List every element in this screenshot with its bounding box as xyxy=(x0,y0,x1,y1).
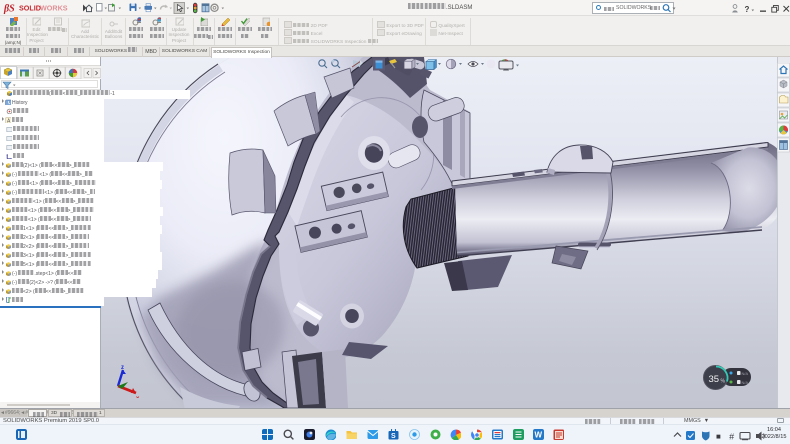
svg-text:z: z xyxy=(121,365,124,371)
svg-text:■: ■ xyxy=(716,432,721,441)
svg-text:WORKS: WORKS xyxy=(40,4,68,13)
svg-text:N/A: N/A xyxy=(742,380,749,385)
svg-text:?: ? xyxy=(745,5,750,14)
svg-text:%: % xyxy=(721,379,726,385)
svg-text:N/A: N/A xyxy=(742,371,749,376)
svg-text:x: x xyxy=(136,396,140,398)
svg-text:βS: βS xyxy=(3,4,15,15)
svg-text:S: S xyxy=(391,433,396,440)
svg-text:SOLID: SOLID xyxy=(19,4,41,13)
svg-text:35: 35 xyxy=(709,374,720,385)
svg-text:W: W xyxy=(535,431,543,440)
svg-text:#: # xyxy=(729,433,735,443)
